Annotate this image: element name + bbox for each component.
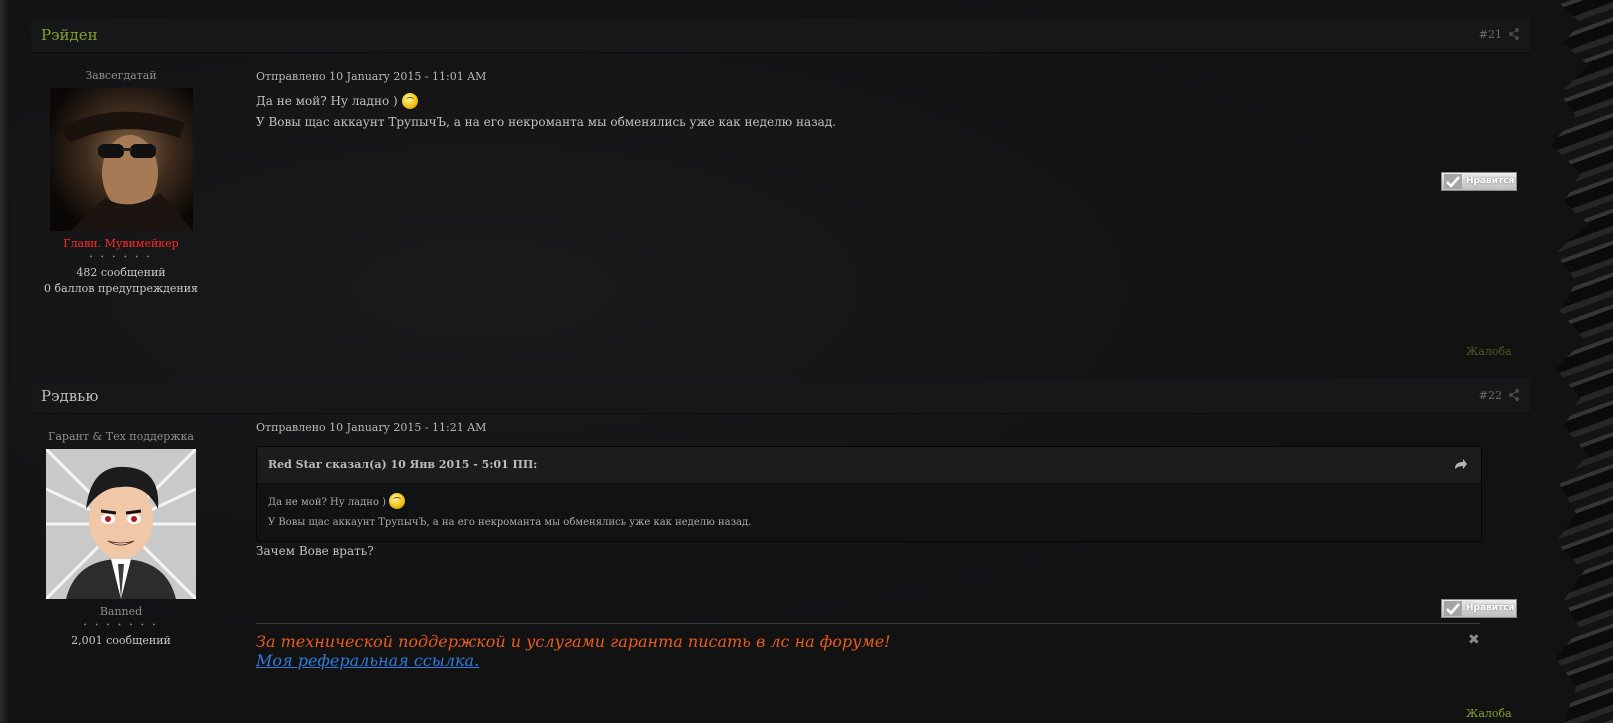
like-button[interactable]: Нравится (1441, 172, 1517, 191)
post-date: Отправлено 10 January 2015 - 11:21 AM (256, 421, 487, 434)
post-line-text: Да не мой? Ну ладно ) (256, 94, 398, 108)
like-button[interactable]: Нравится (1441, 599, 1517, 618)
post-reply-text: Зачем Вове врать? (256, 544, 374, 558)
signature-divider (256, 623, 1480, 624)
message-count: 482 сообщений (76, 266, 166, 279)
smile-icon (401, 93, 418, 109)
author-name-link[interactable]: Рэдвью (41, 387, 98, 405)
checkmark-icon (1444, 174, 1462, 189)
share-icon[interactable] (1508, 388, 1520, 402)
quote-header: Red Star сказал(а) 10 Янв 2015 - 5:01 ПП… (257, 447, 1481, 484)
user-group: Banned (99, 605, 143, 618)
avatar[interactable] (49, 88, 193, 231)
user-info-panel: Гарант & Тех поддержка Banned • • • • • … (31, 430, 211, 647)
user-title: Завсегдатай (85, 69, 157, 82)
referral-link[interactable]: Моя реферальная ссылка. (256, 651, 479, 670)
rock-border-decoration (1551, 0, 1613, 723)
avatar[interactable] (46, 449, 196, 599)
signature-text: За технической поддержкой и услугами гар… (256, 632, 891, 651)
post-text: Да не мой? Ну ладно ) У Вовы щас аккаунт… (256, 91, 1526, 133)
like-button-label: Нравится (1466, 176, 1515, 186)
like-button-label: Нравится (1466, 603, 1515, 613)
post-number-link[interactable]: #22 (1479, 389, 1502, 402)
post-line: Да не мой? Ну ладно ) (256, 91, 1526, 112)
post-body: Отправлено 10 January 2015 - 11:01 AM Да… (256, 70, 1526, 133)
report-link[interactable]: Жалоба (1466, 345, 1512, 358)
rank-pips: • • • • • • • (83, 622, 159, 629)
quote-citation: Red Star сказал(а) 10 Янв 2015 - 5:01 ПП… (268, 458, 538, 471)
warning-points: 0 баллов предупреждения (44, 282, 198, 295)
forum-page: Рэйден #21 Завсегдатай Главн. Мувимейкер… (0, 0, 1613, 723)
post-body: Отправлено 10 January 2015 - 11:21 AM (256, 421, 1526, 434)
post-header: Рэйден #21 (31, 18, 1530, 53)
report-link[interactable]: Жалоба (1466, 707, 1512, 720)
quote-line: Да не мой? Ну ладно ) (268, 493, 1470, 513)
quote-line-text: Да не мой? Ну ладно ) (268, 497, 387, 508)
author-name-link[interactable]: Рэйден (41, 26, 98, 44)
view-quoted-post-icon[interactable] (1453, 459, 1467, 471)
checkmark-icon (1444, 601, 1462, 616)
close-icon[interactable]: ✖ (1468, 632, 1480, 648)
post-date: Отправлено 10 January 2015 - 11:01 AM (256, 70, 487, 83)
left-border-decoration (0, 0, 10, 723)
user-info-panel: Завсегдатай Главн. Мувимейкер • • • • • … (31, 69, 211, 295)
quote-block: Red Star сказал(а) 10 Янв 2015 - 5:01 ПП… (256, 446, 1482, 542)
post-line: У Вовы щас аккаунт ТрупычЪ, а на его нек… (256, 115, 837, 129)
user-group: Главн. Мувимейкер (63, 237, 179, 250)
user-title: Гарант & Тех поддержка (48, 430, 194, 443)
share-icon[interactable] (1508, 27, 1520, 41)
message-count: 2,001 сообщений (71, 634, 171, 647)
post-header: Рэдвью #22 (31, 379, 1530, 414)
smile-icon (389, 493, 406, 509)
post-number-link[interactable]: #21 (1479, 28, 1502, 41)
quote-text: Да не мой? Ну ладно ) У Вовы щас аккаунт… (257, 484, 1481, 533)
quote-line: У Вовы щас аккаунт ТрупычЪ, а на его нек… (268, 517, 752, 528)
rank-pips: • • • • • • (89, 254, 153, 261)
